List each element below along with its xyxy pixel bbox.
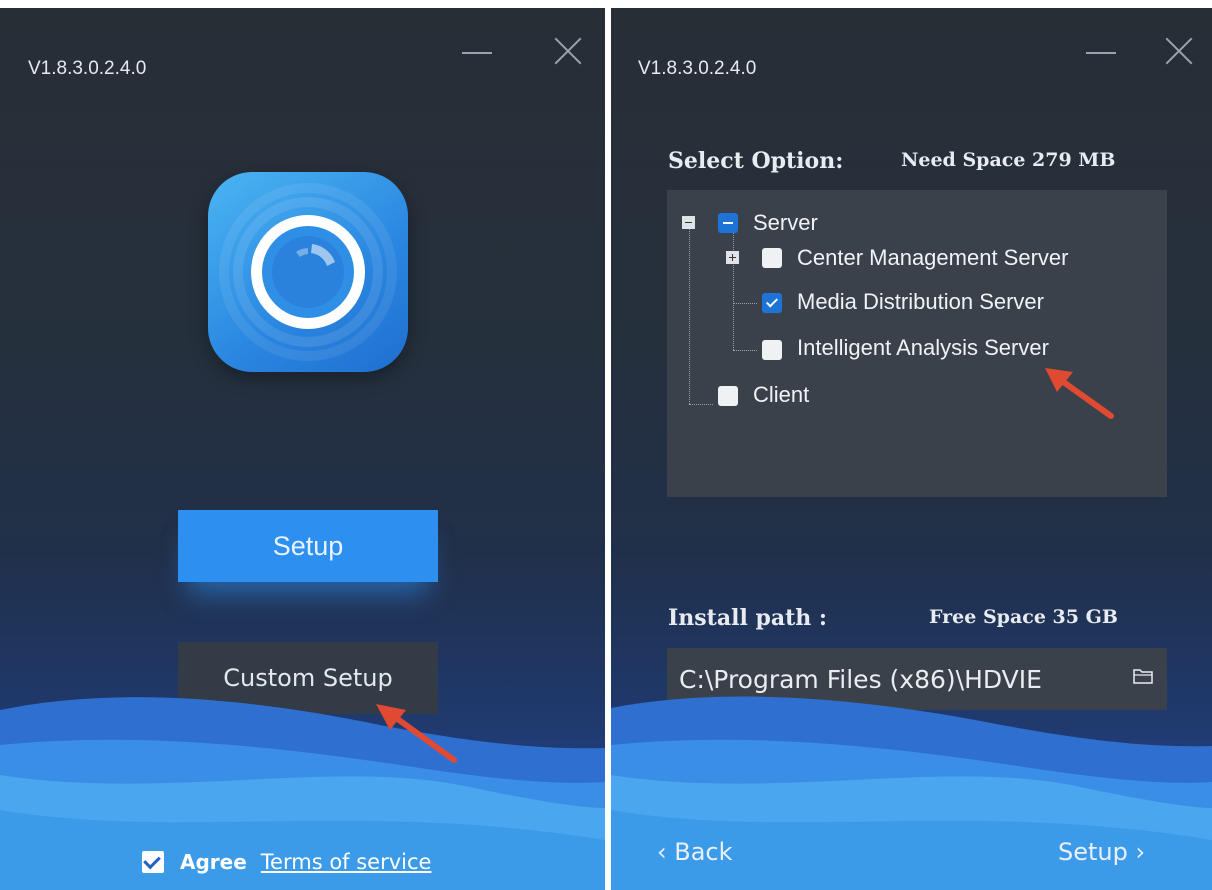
minimize-icon[interactable]	[1080, 30, 1122, 72]
collapse-icon[interactable]	[682, 216, 695, 229]
tree-connector	[689, 404, 713, 405]
annotation-arrow	[1045, 368, 1114, 419]
component-tree: Server Center Management Server Media Di…	[667, 190, 1167, 497]
top-strip	[0, 0, 1212, 8]
tree-item-intelligent-analysis[interactable]: Intelligent Analysis Server	[797, 335, 1049, 361]
camera-lens-icon	[219, 183, 397, 361]
tree-connector	[733, 303, 757, 304]
folder-icon[interactable]	[1133, 668, 1153, 684]
minimize-icon[interactable]	[456, 30, 498, 72]
app-logo	[208, 172, 408, 372]
install-path-label: Install path :	[668, 605, 828, 631]
tree-connector	[689, 222, 690, 404]
tree-item-center-management[interactable]: Center Management Server	[797, 245, 1068, 271]
intelligent-analysis-checkbox[interactable]	[762, 340, 782, 360]
agree-label: Agree	[180, 850, 247, 874]
free-space-label: Free Space 35 GB	[929, 606, 1118, 628]
installer-custom-window: V1.8.3.0.2.4.0 Select Option: Need Space…	[611, 8, 1212, 890]
close-icon[interactable]	[1158, 30, 1200, 72]
back-button[interactable]: ‹ Back	[657, 838, 733, 866]
media-distribution-checkbox[interactable]	[762, 293, 782, 313]
tree-item-media-distribution[interactable]: Media Distribution Server	[797, 289, 1044, 315]
tree-connector	[733, 350, 757, 351]
client-checkbox[interactable]	[718, 386, 738, 406]
annotation-arrow	[376, 704, 457, 763]
installer-welcome-window: V1.8.3.0.2.4.0 Setup Custom Setup Agree …	[0, 8, 605, 890]
setup-button[interactable]: Setup	[178, 510, 438, 582]
close-icon[interactable]	[547, 30, 589, 72]
tree-item-client[interactable]: Client	[753, 382, 809, 408]
select-option-label: Select Option:	[668, 148, 844, 174]
agree-checkbox[interactable]	[142, 851, 164, 873]
tree-connector	[733, 232, 734, 350]
server-checkbox[interactable]	[718, 213, 738, 233]
tree-item-server[interactable]: Server	[753, 210, 818, 236]
center-management-checkbox[interactable]	[762, 248, 782, 268]
setup-button[interactable]: Setup ›	[1058, 838, 1145, 866]
need-space-label: Need Space 279 MB	[901, 149, 1116, 171]
version-label: V1.8.3.0.2.4.0	[28, 58, 147, 79]
agree-row: Agree Terms of service	[142, 850, 431, 874]
version-label: V1.8.3.0.2.4.0	[638, 58, 757, 79]
expand-icon[interactable]	[726, 251, 739, 264]
terms-of-service-link[interactable]: Terms of service	[261, 850, 432, 874]
